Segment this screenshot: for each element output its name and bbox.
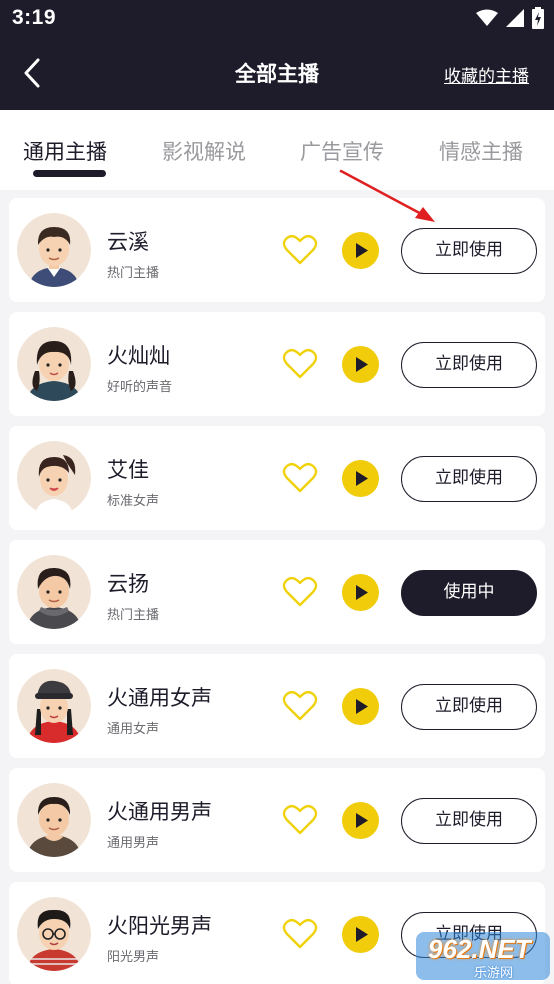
play-preview-button[interactable] bbox=[342, 802, 379, 839]
anchor-name: 云溪 bbox=[107, 230, 149, 254]
anchor-desc: 标准女声 bbox=[107, 494, 160, 509]
anchor-card: 火通用女声 通用女声 立即使用 bbox=[9, 654, 545, 758]
battery-icon bbox=[532, 7, 544, 29]
avatar bbox=[17, 441, 91, 515]
play-icon bbox=[356, 471, 368, 486]
status-time: 3:19 bbox=[12, 6, 57, 29]
favorite-heart-icon[interactable] bbox=[282, 690, 318, 722]
use-now-button[interactable]: 立即使用 bbox=[401, 798, 537, 844]
favorite-heart-icon[interactable] bbox=[282, 918, 318, 950]
favorite-heart-icon[interactable] bbox=[282, 576, 318, 608]
anchor-desc: 热门主播 bbox=[107, 608, 160, 623]
anchor-desc: 阳光男声 bbox=[107, 950, 160, 965]
favorite-heart-icon[interactable] bbox=[282, 348, 318, 380]
anchor-name: 云扬 bbox=[107, 572, 149, 596]
anchor-name: 艾佳 bbox=[107, 458, 149, 482]
anchor-desc: 通用女声 bbox=[107, 722, 160, 737]
anchor-card: 艾佳 标准女声 立即使用 bbox=[9, 426, 545, 530]
tab-emotional[interactable]: 情感主播 bbox=[439, 136, 523, 166]
app-header: 3:19 全部主播 收藏的主播 bbox=[0, 0, 554, 110]
anchor-name: 火通用女声 bbox=[107, 686, 212, 710]
favorite-heart-icon[interactable] bbox=[282, 462, 318, 494]
favorite-heart-icon[interactable] bbox=[282, 234, 318, 266]
anchor-name: 火通用男声 bbox=[107, 800, 212, 824]
tab-advertising[interactable]: 广告宣传 bbox=[300, 136, 384, 166]
play-preview-button[interactable] bbox=[342, 574, 379, 611]
play-icon bbox=[356, 813, 368, 828]
anchor-card: 火灿灿 好听的声音 立即使用 bbox=[9, 312, 545, 416]
signal-icon bbox=[506, 9, 524, 27]
play-preview-button[interactable] bbox=[342, 688, 379, 725]
anchor-card: 火通用男声 通用男声 立即使用 bbox=[9, 768, 545, 872]
watermark-text: 962.NET bbox=[428, 934, 531, 964]
tab-film-commentary[interactable]: 影视解说 bbox=[162, 136, 246, 166]
in-use-button[interactable]: 使用中 bbox=[401, 570, 537, 616]
annotation-arrow-icon bbox=[339, 169, 435, 222]
wifi-icon bbox=[476, 9, 498, 26]
anchor-desc: 通用男声 bbox=[107, 836, 160, 851]
play-preview-button[interactable] bbox=[342, 916, 379, 953]
avatar bbox=[17, 897, 91, 971]
watermark-logo: 962.NET 乐游网 bbox=[414, 928, 552, 982]
play-preview-button[interactable] bbox=[342, 346, 379, 383]
anchor-desc: 热门主播 bbox=[107, 266, 160, 281]
tab-general[interactable]: 通用主播 bbox=[23, 136, 107, 166]
avatar bbox=[17, 213, 91, 287]
anchor-name: 火阳光男声 bbox=[107, 914, 212, 938]
play-icon bbox=[356, 699, 368, 714]
anchor-name: 火灿灿 bbox=[107, 344, 170, 368]
play-icon bbox=[356, 243, 368, 258]
favorites-link[interactable]: 收藏的主播 bbox=[444, 62, 529, 87]
anchor-card: 云扬 热门主播 使用中 bbox=[9, 540, 545, 644]
anchor-card: 云溪 热门主播 立即使用 bbox=[9, 198, 545, 302]
watermark-subtext: 乐游网 bbox=[474, 966, 514, 981]
avatar bbox=[17, 327, 91, 401]
use-now-button[interactable]: 立即使用 bbox=[401, 342, 537, 388]
avatar bbox=[17, 669, 91, 743]
use-now-button[interactable]: 立即使用 bbox=[401, 456, 537, 502]
favorite-heart-icon[interactable] bbox=[282, 804, 318, 836]
use-now-button[interactable]: 立即使用 bbox=[401, 684, 537, 730]
status-icons bbox=[476, 6, 544, 30]
active-tab-indicator bbox=[33, 170, 106, 177]
play-icon bbox=[356, 927, 368, 942]
avatar bbox=[17, 555, 91, 629]
use-now-button[interactable]: 立即使用 bbox=[401, 228, 537, 274]
category-tabs: 通用主播 影视解说 广告宣传 情感主播 bbox=[0, 110, 554, 190]
avatar bbox=[17, 783, 91, 857]
play-icon bbox=[356, 585, 368, 600]
play-preview-button[interactable] bbox=[342, 460, 379, 497]
anchor-desc: 好听的声音 bbox=[107, 380, 173, 395]
play-preview-button[interactable] bbox=[342, 232, 379, 269]
play-icon bbox=[356, 357, 368, 372]
